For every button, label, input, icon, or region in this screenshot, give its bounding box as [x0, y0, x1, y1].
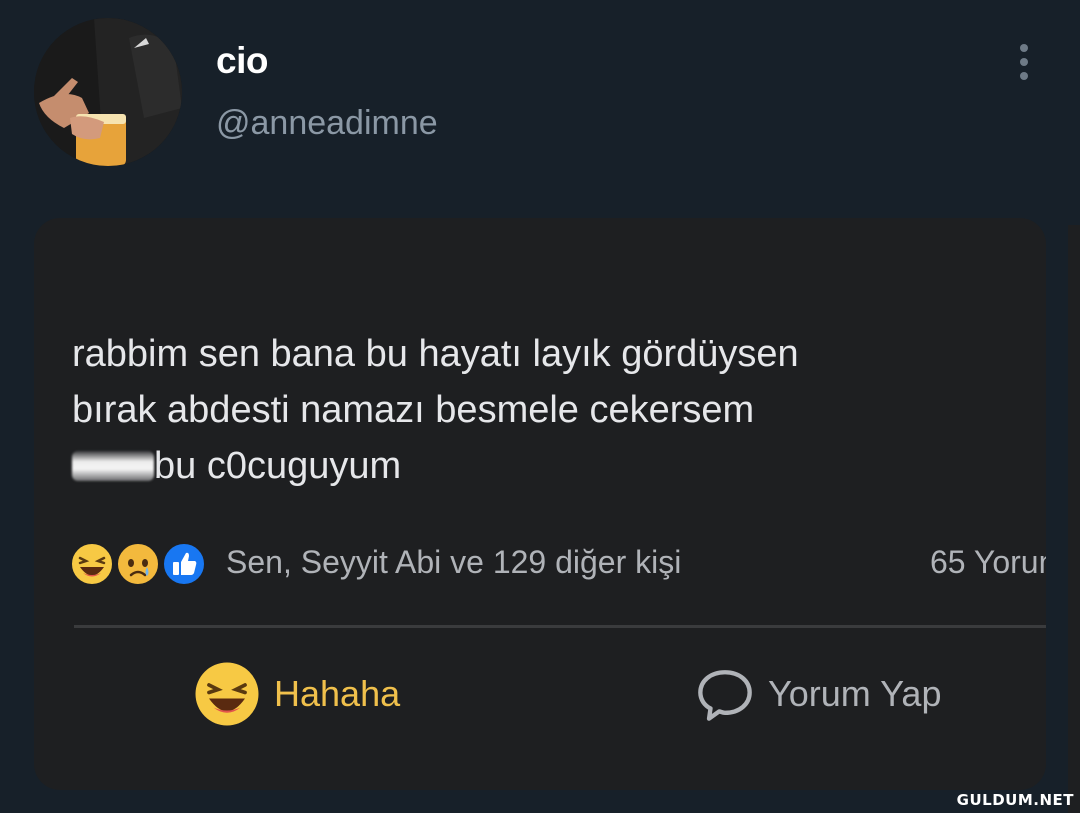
reactions-row: Sen, Seyyit Abi ve 129 diğer kişi 65 Yor…: [70, 538, 1046, 590]
tweet-header: cio @anneadimne: [0, 0, 1080, 200]
censored-word-blur: [72, 451, 154, 481]
post-text-line: bırak abdesti namazı besmele cekersem: [72, 389, 755, 431]
comment-button-label: Yorum Yap: [768, 673, 942, 714]
haha-button-label: Hahaha: [274, 673, 401, 714]
more-dot: [1020, 58, 1028, 66]
haha-button[interactable]: Hahaha: [194, 654, 400, 734]
more-vertical-icon[interactable]: [1004, 38, 1044, 86]
image-edge: [1068, 225, 1080, 813]
post-text-line: bu c0cuguyum: [72, 438, 1012, 494]
like-thumb-icon: [162, 542, 206, 586]
divider: [74, 625, 1046, 628]
post-text: rabbim sen bana bu hayatı layık gördüyse…: [72, 326, 1012, 494]
comment-button[interactable]: Yorum Yap: [696, 654, 941, 734]
haha-emoji-icon: [195, 662, 259, 726]
reaction-icons[interactable]: [70, 542, 220, 586]
haha-emoji-icon: [70, 542, 114, 586]
sad-emoji-icon: [116, 542, 160, 586]
action-bar: Hahaha Yorum Yap: [34, 654, 1046, 734]
avatar-photo: [34, 18, 182, 166]
post-text-line-end: bu c0cuguyum: [154, 445, 402, 487]
more-dot: [1020, 72, 1028, 80]
post-text-line: rabbim sen bana bu hayatı layık gördüyse…: [72, 333, 799, 375]
embedded-post-image[interactable]: rabbim sen bana bu hayatı layık gördüyse…: [34, 218, 1046, 790]
watermark: GULDUM.NET: [956, 791, 1074, 809]
comment-count[interactable]: 65 Yorum: [930, 544, 1046, 581]
avatar[interactable]: [34, 18, 182, 166]
user-handle[interactable]: @anneadimne: [216, 104, 438, 143]
comment-bubble-icon: [698, 670, 752, 721]
display-name[interactable]: cio: [216, 40, 268, 82]
more-dot: [1020, 44, 1028, 52]
reaction-summary[interactable]: Sen, Seyyit Abi ve 129 diğer kişi: [226, 544, 681, 581]
